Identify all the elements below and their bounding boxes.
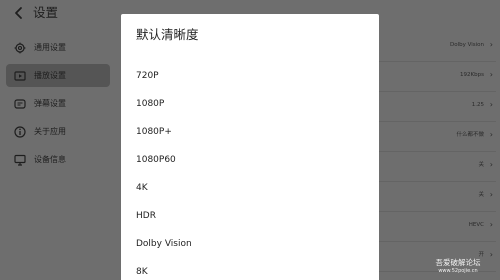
setting-value: 关 (478, 192, 484, 198)
sidebar-item-about[interactable]: 关于应用 (6, 120, 110, 143)
chevron-left-icon (15, 7, 22, 19)
setting-value: 1.25 (471, 102, 484, 108)
sidebar-item-label: 设备信息 (34, 154, 66, 164)
danmaku-icon (14, 98, 26, 110)
chevron-right-icon: › (489, 190, 493, 199)
monitor-icon (14, 154, 26, 166)
info-icon (14, 125, 26, 138)
chevron-right-icon: › (489, 130, 493, 139)
option-1080p[interactable]: 1080P (121, 90, 379, 118)
setting-value: 192Kbps (460, 72, 484, 78)
option-1080p60[interactable]: 1080P60 (121, 146, 379, 174)
chevron-right-icon: › (489, 160, 493, 169)
chevron-right-icon: › (489, 40, 493, 49)
sidebar-item-playback[interactable]: 播放设置 (6, 64, 110, 87)
settings-screen: 设置 通用设置 播放设置 弹幕设置 关于应用 设备信息 Dolby Vision… (0, 0, 500, 280)
option-4k[interactable]: 4K (121, 174, 379, 202)
option-label: 1080P60 (136, 155, 176, 165)
setting-value: HEVC (468, 222, 484, 228)
option-1080p-plus[interactable]: 1080P+ (121, 118, 379, 146)
back-button[interactable] (12, 5, 26, 21)
sidebar-item-label: 关于应用 (34, 126, 66, 136)
sidebar-item-danmaku[interactable]: 弹幕设置 (6, 92, 110, 115)
option-hdr[interactable]: HDR (121, 202, 379, 230)
dialog-title: 默认清晰度 (136, 27, 199, 42)
setting-row[interactable]: 关 › (378, 182, 496, 212)
option-label: 720P (136, 71, 159, 81)
sidebar-item-label: 播放设置 (34, 70, 66, 80)
sidebar-item-general[interactable]: 通用设置 (6, 36, 110, 59)
watermark: 吾爱破解论坛 www.52pojie.cn (416, 258, 500, 275)
option-label: 4K (136, 183, 148, 193)
setting-row[interactable]: 什么都不做 › (378, 122, 496, 152)
chevron-right-icon: › (489, 100, 493, 109)
watermark-url: www.52pojie.cn (438, 268, 478, 274)
option-label: 1080P+ (136, 127, 172, 137)
setting-row[interactable]: 192Kbps › (378, 62, 496, 92)
option-label: 8K (136, 267, 148, 277)
chevron-right-icon: › (489, 220, 493, 229)
sidebar-item-label: 弹幕设置 (34, 98, 66, 108)
sidebar: 通用设置 播放设置 弹幕设置 关于应用 设备信息 (6, 36, 110, 176)
option-720p[interactable]: 720P (121, 62, 379, 90)
sidebar-item-label: 通用设置 (34, 42, 66, 52)
setting-value: Dolby Vision (449, 42, 484, 48)
option-label: HDR (136, 211, 156, 221)
option-label: Dolby Vision (136, 239, 192, 249)
setting-row[interactable]: HEVC › (378, 212, 496, 242)
play-settings-icon (14, 70, 26, 82)
watermark-text: 吾爱破解论坛 (435, 258, 481, 267)
option-8k[interactable]: 8K (121, 258, 379, 280)
option-label: 1080P (136, 99, 165, 109)
settings-values-list: Dolby Vision › 192Kbps › 1.25 › 什么都不做 › … (378, 32, 496, 272)
option-dolby-vision[interactable]: Dolby Vision (121, 230, 379, 258)
page-title: 设置 (33, 5, 59, 20)
setting-row[interactable]: Dolby Vision › (378, 32, 496, 62)
sidebar-item-device[interactable]: 设备信息 (6, 148, 110, 171)
gear-icon (14, 42, 26, 54)
setting-value: 关 (478, 162, 484, 168)
resolution-dialog: 默认清晰度 720P 1080P 1080P+ 1080P60 4K HDR D… (121, 14, 379, 280)
chevron-right-icon: › (489, 70, 493, 79)
setting-value: 什么都不做 (456, 132, 484, 138)
setting-row[interactable]: 关 › (378, 152, 496, 182)
setting-row[interactable]: 1.25 › (378, 92, 496, 122)
